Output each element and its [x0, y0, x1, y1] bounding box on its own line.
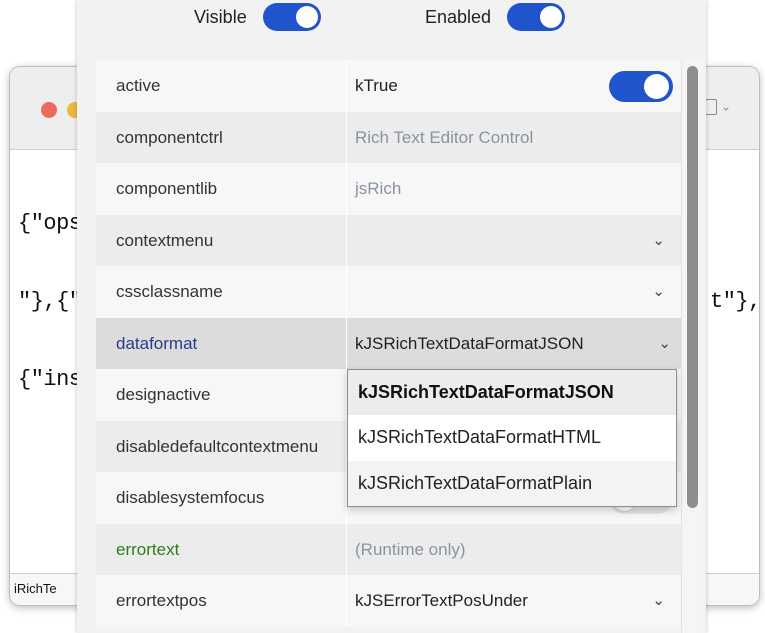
property-value: (Runtime only) — [355, 539, 466, 559]
property-name: componentctrl — [96, 111, 347, 163]
dataformat-dropdown-menu: kJSRichTextDataFormatJSON kJSRichTextDat… — [347, 369, 677, 507]
switch-knob — [540, 6, 563, 28]
property-value: Rich Text Editor Control — [355, 127, 534, 147]
property-row-contextmenu[interactable]: contextmenu ⌄ — [96, 214, 685, 267]
property-name: cssclassname — [96, 266, 347, 318]
visible-switch[interactable] — [262, 3, 321, 31]
active-switch[interactable] — [609, 71, 673, 102]
visible-toggle-group: Visible — [194, 3, 321, 31]
property-name: contextmenu — [96, 214, 347, 266]
property-name: disabledefaultcontextmenu — [96, 420, 347, 472]
switch-knob — [295, 6, 318, 28]
property-name: errortext — [96, 523, 347, 575]
dropdown-option[interactable]: kJSRichTextDataFormatPlain — [348, 460, 676, 506]
chevron-down-icon[interactable]: ⌄ — [652, 266, 665, 318]
property-row-componentlib[interactable]: componentlib jsRich — [96, 163, 685, 215]
visible-label: Visible — [194, 6, 247, 27]
property-row-componentctrl[interactable]: componentctrl Rich Text Editor Control — [96, 111, 685, 163]
vertical-scrollbar[interactable] — [681, 60, 703, 633]
property-value-text: kJSErrorTextPosUnder — [355, 591, 528, 610]
property-name: dataformat — [96, 317, 347, 369]
property-row-active[interactable]: active kTrue — [96, 60, 685, 112]
enabled-toggle-group: Enabled — [425, 3, 566, 31]
property-row-dataformat[interactable]: dataformat kJSRichTextDataFormatJSON ⌄ — [96, 317, 685, 370]
property-value[interactable]: kJSRichTextDataFormatJSON ⌄ — [347, 318, 685, 370]
property-table: active kTrue componentctrl Rich Text Edi… — [96, 60, 685, 627]
property-value: kTrue — [347, 60, 685, 112]
top-toggle-bar: Visible Enabled — [77, 0, 706, 36]
switch-knob — [644, 74, 669, 99]
property-name: disablesystemfocus — [96, 472, 347, 524]
property-name: errortextpos — [96, 575, 347, 627]
property-value: jsRich — [355, 179, 402, 198]
scrollbar-thumb[interactable] — [687, 66, 698, 508]
property-name: componentlib — [96, 163, 347, 215]
property-value[interactable]: kJSErrorTextPosUnder ⌄ — [347, 575, 685, 627]
property-row-cssclassname[interactable]: cssclassname ⌄ — [96, 266, 685, 318]
property-inspector: Visible Enabled active kTrue componentct… — [77, 0, 706, 633]
dropdown-option[interactable]: kJSRichTextDataFormatJSON — [348, 370, 676, 416]
chevron-down-icon: ⌄ — [721, 99, 732, 114]
close-window-button[interactable] — [41, 102, 57, 118]
property-row-errortext[interactable]: errortext (Runtime only) — [96, 523, 685, 575]
chevron-down-icon[interactable]: ⌄ — [652, 215, 665, 267]
chevron-down-icon[interactable]: ⌄ — [658, 318, 671, 370]
status-text: iRichTe — [14, 581, 57, 596]
property-name: designactive — [96, 369, 347, 421]
toolbar-view-menu-button[interactable]: ⌄ — [705, 92, 745, 120]
dropdown-option[interactable]: kJSRichTextDataFormatHTML — [348, 415, 676, 460]
property-value[interactable]: ⌄ — [347, 266, 685, 318]
property-value-text: kJSRichTextDataFormatJSON — [355, 333, 584, 353]
enabled-switch[interactable] — [507, 3, 566, 31]
property-value-text: kTrue — [355, 76, 398, 95]
content-line-fragment: t"}, — [710, 289, 760, 314]
enabled-label: Enabled — [425, 6, 492, 27]
chevron-down-icon[interactable]: ⌄ — [652, 575, 665, 627]
panel-icon — [705, 98, 717, 115]
property-value[interactable]: ⌄ — [347, 215, 685, 267]
property-row-errortextpos[interactable]: errortextpos kJSErrorTextPosUnder ⌄ — [96, 575, 685, 627]
property-name: active — [96, 60, 347, 112]
